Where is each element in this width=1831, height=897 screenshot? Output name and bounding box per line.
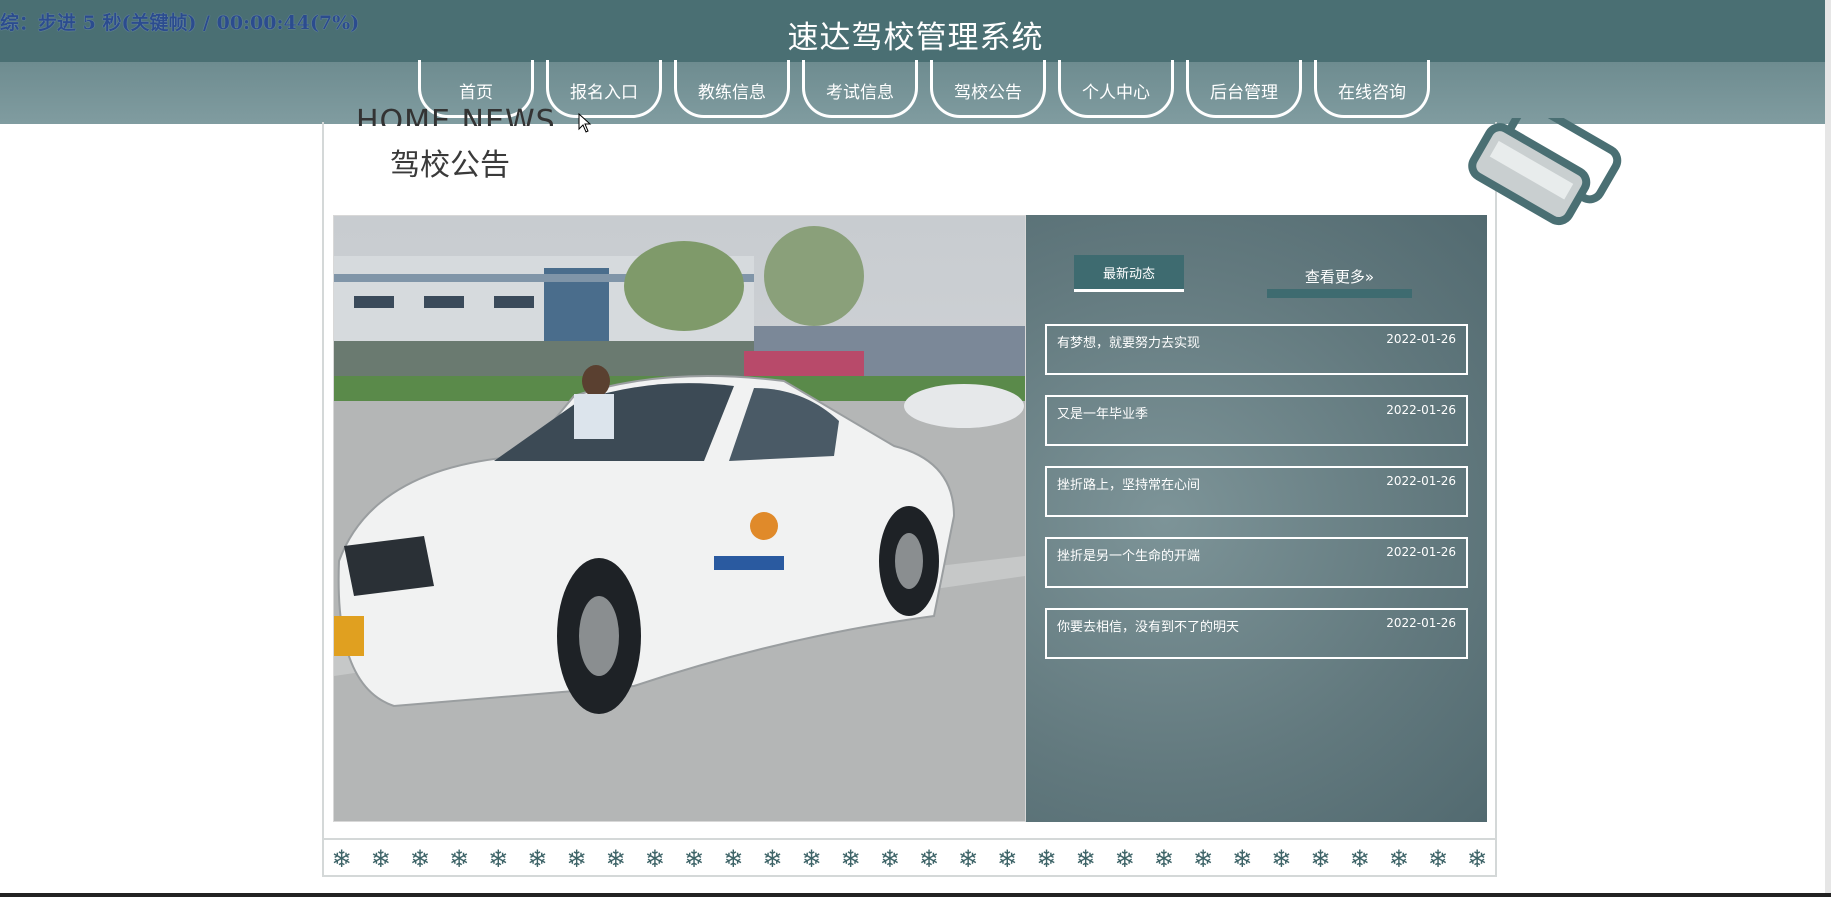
snowflake-icon: ❄ <box>409 844 430 873</box>
nav-items: 首页 报名入口 教练信息 考试信息 驾校公告 个人中心 后台管理 在线咨询 <box>418 60 1430 124</box>
snowflake-icon: ❄ <box>762 844 783 873</box>
news-title: 又是一年毕业季 <box>1057 407 1149 422</box>
snowflake-icon: ❄ <box>448 844 470 873</box>
snowflake-icon: ❄ <box>1467 844 1488 873</box>
news-title: 你要去相信，没有到不了的明天 <box>1057 620 1240 635</box>
news-title: 有梦想，就要努力去实现 <box>1057 336 1201 351</box>
news-title: 挫折路上，坚持常在心间 <box>1057 478 1201 493</box>
news-item[interactable]: 挫折是另一个生命的开端 2022-01-26 <box>1045 537 1468 588</box>
snowflake-icon: ❄ <box>527 844 548 873</box>
snowflake-icon: ❄ <box>331 844 352 873</box>
video-overlay-text: 综：步进 5 秒(关键帧) / 00:00:44(7%) <box>0 12 360 34</box>
snowflake-icon: ❄ <box>370 844 391 873</box>
snowflake-icon: ❄ <box>1075 844 1096 873</box>
decorative-bracket-icon <box>1468 118 1622 226</box>
section-english-title: HOME NEWS <box>356 104 556 126</box>
nav-item-announcements[interactable]: 驾校公告 <box>930 60 1046 118</box>
snowflake-icon: ❄ <box>566 844 587 873</box>
main-nav: 首页 报名入口 教练信息 考试信息 驾校公告 个人中心 后台管理 在线咨询 <box>0 60 1831 124</box>
news-date: 2022-01-26 <box>1386 474 1456 488</box>
news-list: 有梦想，就要努力去实现 2022-01-26 又是一年毕业季 2022-01-2… <box>1045 324 1468 679</box>
snowflake-icon: ❄ <box>1114 844 1135 873</box>
snowflake-icon: ❄ <box>958 844 979 873</box>
news-item[interactable]: 你要去相信，没有到不了的明天 2022-01-26 <box>1045 608 1468 659</box>
news-date: 2022-01-26 <box>1386 332 1456 346</box>
nav-item-registration[interactable]: 报名入口 <box>546 60 662 118</box>
snowflake-icon: ❄ <box>723 844 744 873</box>
snowflake-icon: ❄ <box>1153 844 1174 873</box>
snowflake-icon: ❄ <box>840 844 861 873</box>
snowflake-icon: ❄ <box>1036 844 1057 873</box>
news-panel: 最新动态 查看更多» 有梦想，就要努力去实现 2022-01-26 又是一年毕业… <box>1026 215 1487 822</box>
nav-item-exams[interactable]: 考试信息 <box>802 60 918 118</box>
snowflake-icon: ❄ <box>879 844 900 873</box>
nav-item-personal-center[interactable]: 个人中心 <box>1058 60 1174 118</box>
snowflake-icon: ❄ <box>605 844 626 873</box>
tab-latest-news[interactable]: 最新动态 <box>1074 255 1184 292</box>
news-date: 2022-01-26 <box>1386 403 1456 417</box>
snowflake-ornament-strip: ❄ ❄ ❄ ❄ ❄ ❄ ❄ ❄ ❄ ❄ ❄ ❄ ❄ ❄ ❄ ❄ ❄ ❄ ❄ ❄ ❄ ❄ ❄ ❄ ❄ ❄ ❄ ❄ ❄ ❄ <box>322 838 1497 877</box>
snowflake-icon: ❄ <box>1232 844 1253 873</box>
snowflake-icon: ❄ <box>1192 844 1214 873</box>
nav-item-admin[interactable]: 后台管理 <box>1186 60 1302 118</box>
snowflake-icon: ❄ <box>683 844 705 873</box>
news-date: 2022-01-26 <box>1386 616 1456 630</box>
snowflake-icon: ❄ <box>488 844 509 873</box>
view-more-link[interactable]: 查看更多» <box>1267 264 1412 298</box>
snowflake-icon: ❄ <box>1310 844 1331 873</box>
news-item[interactable]: 挫折路上，坚持常在心间 2022-01-26 <box>1045 466 1468 517</box>
nav-item-coaches[interactable]: 教练信息 <box>674 60 790 118</box>
snowflake-icon: ❄ <box>1388 844 1409 873</box>
snowflake-icon: ❄ <box>801 844 822 873</box>
view-more-label: 查看更多 <box>1304 268 1365 286</box>
page-scrollbar[interactable] <box>1825 0 1831 897</box>
news-date: 2022-01-26 <box>1386 545 1456 559</box>
double-chevron-right-icon: » <box>1364 268 1375 286</box>
news-title: 挫折是另一个生命的开端 <box>1057 549 1201 564</box>
snowflake-icon: ❄ <box>644 844 665 873</box>
snowflake-icon: ❄ <box>1271 844 1292 873</box>
bottom-edge-bar <box>0 893 1831 897</box>
snowflake-icon: ❄ <box>1427 844 1448 873</box>
news-item[interactable]: 有梦想，就要努力去实现 2022-01-26 <box>1045 324 1468 375</box>
snowflake-icon: ❄ <box>918 844 939 873</box>
driving-school-car-photo <box>333 215 1026 822</box>
snowflake-icon: ❄ <box>1349 844 1370 873</box>
section-title: 驾校公告 <box>390 148 510 183</box>
snowflake-icon: ❄ <box>997 844 1018 873</box>
nav-item-online-consult[interactable]: 在线咨询 <box>1314 60 1430 118</box>
news-item[interactable]: 又是一年毕业季 2022-01-26 <box>1045 395 1468 446</box>
